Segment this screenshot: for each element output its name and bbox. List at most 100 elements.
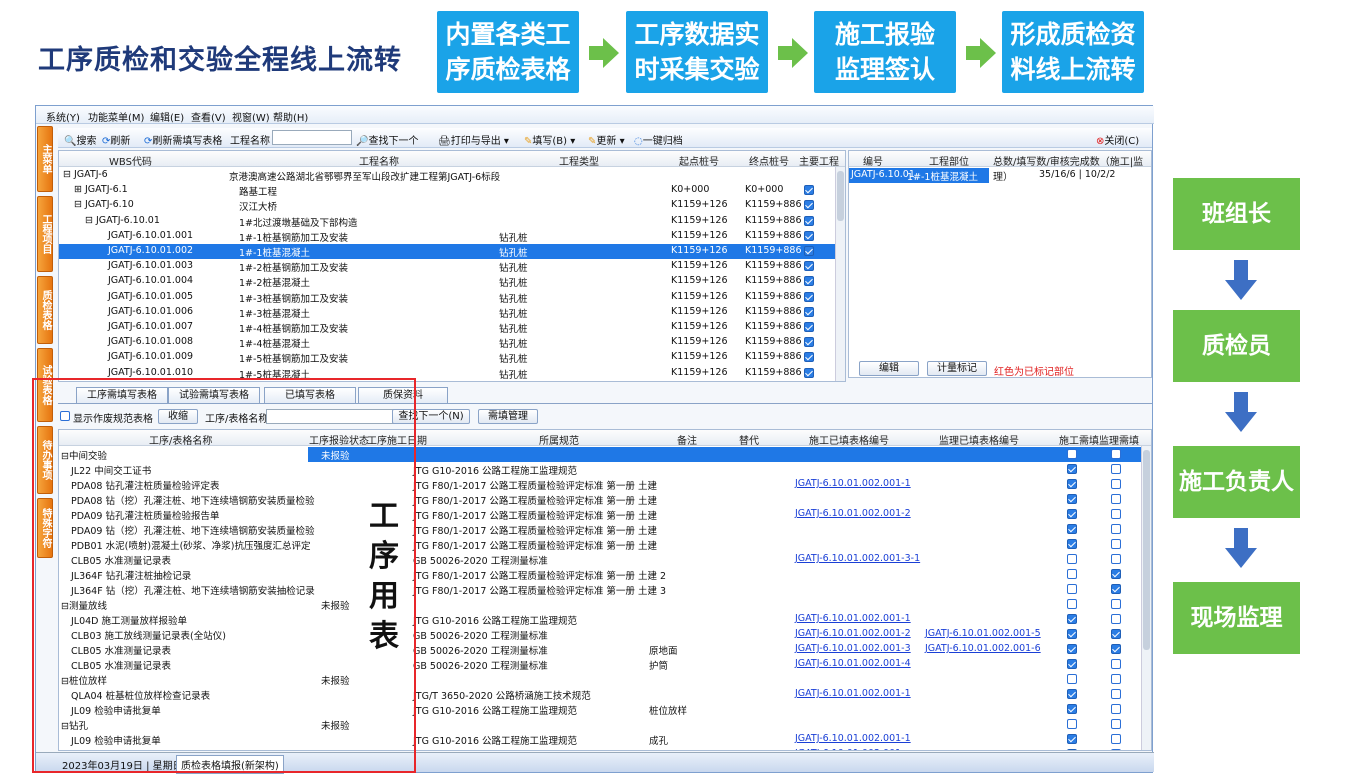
fill-button[interactable]: ✎填写(B) ▾ <box>524 132 575 147</box>
menu-item[interactable]: 查看(V) <box>191 109 226 124</box>
tree-row[interactable]: JGATJ-6.10.01.008 1#-4桩基混凝土 钻孔桩 K1159+126 K1… <box>59 335 845 350</box>
tree-row[interactable]: ⊟ JGATJ-6.10 汉江大桥 K1159+126 K1159+886 <box>59 198 845 213</box>
supervision-required-checkbox[interactable] <box>1111 479 1121 489</box>
supervision-required-checkbox[interactable] <box>1111 659 1121 669</box>
main-project-checkbox[interactable] <box>804 322 814 332</box>
project-name-input[interactable] <box>272 130 352 145</box>
tree-row[interactable]: ⊞ JGATJ-6.1 路基工程 K0+000 K0+000 <box>59 183 845 198</box>
construction-required-checkbox[interactable] <box>1067 449 1077 459</box>
construction-required-checkbox[interactable] <box>1067 629 1077 639</box>
supervision-required-checkbox[interactable] <box>1111 524 1121 534</box>
tree-row[interactable]: ⊟ JGATJ-6.10.01 1#北过渡墩基础及下部构造 K1159+126 K115… <box>59 214 845 229</box>
tree-row[interactable]: ⊟ JGATJ-6 京港澳高速公路湖北省鄂鄂界至军山段改扩建工程第JGATJ-6标段 <box>59 168 845 183</box>
close-button[interactable]: ⊗关闭(C) <box>1096 132 1139 147</box>
menu-item[interactable]: 视窗(W) <box>232 109 270 124</box>
main-project-checkbox[interactable] <box>804 306 814 317</box>
supervision-required-checkbox[interactable] <box>1111 689 1121 699</box>
expand-icon[interactable]: ⊟ <box>85 215 93 226</box>
tree-row[interactable]: JGATJ-6.10.01.009 1#-5桩基钢筋加工及安装 钻孔桩 K1159+1… <box>59 350 845 365</box>
supervision-required-checkbox[interactable] <box>1111 509 1121 519</box>
construction-form-link[interactable]: JGATJ-6.10.01.002.001-3-1 <box>795 553 920 564</box>
tree-scrollbar[interactable] <box>835 167 845 381</box>
print-export-button[interactable]: 🖨打印与导出 ▾ <box>438 132 509 147</box>
main-project-checkbox[interactable] <box>804 200 814 211</box>
supervision-form-link[interactable]: JGATJ-6.10.01.002.001-6 <box>925 643 1041 654</box>
tree-row[interactable]: JGATJ-6.10.01.004 1#-2桩基混凝土 钻孔桩 K1159+126 K1… <box>59 274 845 289</box>
construction-required-checkbox[interactable] <box>1067 464 1077 474</box>
construction-required-checkbox[interactable] <box>1067 704 1077 714</box>
supervision-required-checkbox[interactable] <box>1111 554 1121 564</box>
measure-mark-button[interactable]: 计量标记 <box>927 361 987 376</box>
supervision-required-checkbox[interactable] <box>1111 644 1121 654</box>
refresh-button[interactable]: ⟳刷新 <box>102 132 130 147</box>
main-project-checkbox[interactable] <box>804 215 814 226</box>
construction-required-checkbox[interactable] <box>1067 749 1077 750</box>
construction-required-checkbox[interactable] <box>1067 509 1077 519</box>
expand-icon[interactable]: ⊟ <box>74 199 82 210</box>
construction-required-checkbox[interactable] <box>1067 719 1077 729</box>
supervision-required-checkbox[interactable] <box>1111 629 1121 639</box>
supervision-required-checkbox[interactable] <box>1111 449 1121 459</box>
side-tab[interactable]: 工程项目 <box>37 196 53 272</box>
search-button[interactable]: 🔍搜索 <box>64 132 96 147</box>
main-project-checkbox[interactable] <box>804 337 814 348</box>
menu-item[interactable]: 编辑(E) <box>150 109 184 124</box>
supervision-required-checkbox[interactable] <box>1111 464 1121 474</box>
construction-form-link[interactable]: JGATJ-6.10.01.002.001-2 <box>795 508 911 519</box>
construction-required-checkbox[interactable] <box>1067 644 1077 654</box>
supervision-required-checkbox[interactable] <box>1111 614 1121 624</box>
find-next-button[interactable]: 🔎查找下一个 <box>356 132 418 147</box>
main-project-checkbox[interactable] <box>804 246 814 256</box>
main-project-checkbox[interactable] <box>804 185 814 196</box>
menu-item[interactable]: 功能菜单(M) <box>88 109 144 124</box>
construction-required-checkbox[interactable] <box>1067 674 1077 684</box>
construction-form-link[interactable]: JGATJ-6.10.01.002.001-1 <box>795 613 911 624</box>
menu-item[interactable]: 系统(Y) <box>46 109 80 124</box>
tree-row[interactable]: JGATJ-6.10.01.002 1#-1桩基混凝土 钻孔桩 K1159+126 K1… <box>59 244 845 259</box>
expand-icon[interactable]: ⊟ <box>63 169 71 180</box>
construction-required-checkbox[interactable] <box>1067 689 1077 699</box>
supervision-required-checkbox[interactable] <box>1111 494 1121 504</box>
main-project-checkbox[interactable] <box>804 276 814 287</box>
construction-required-checkbox[interactable] <box>1067 614 1077 624</box>
construction-form-link[interactable]: JGATJ-6.10.01.002.001-3 <box>795 643 911 654</box>
tree-row[interactable]: JGATJ-6.10.01.003 1#-2桩基钢筋加工及安装 钻孔桩 K1159+1… <box>59 259 845 274</box>
supervision-required-checkbox[interactable] <box>1111 569 1121 579</box>
construction-required-checkbox[interactable] <box>1067 539 1077 549</box>
main-project-checkbox[interactable] <box>804 291 814 302</box>
tree-row[interactable]: JGATJ-6.10.01.006 1#-3桩基混凝土 钻孔桩 K1159+126 K1… <box>59 305 845 320</box>
supervision-required-checkbox[interactable] <box>1111 704 1121 714</box>
construction-form-link[interactable]: JGATJ-6.10.01.002.001-1 <box>795 478 911 489</box>
construction-required-checkbox[interactable] <box>1067 599 1077 609</box>
construction-required-checkbox[interactable] <box>1067 494 1077 504</box>
construction-required-checkbox[interactable] <box>1067 479 1077 489</box>
expand-icon[interactable]: ⊞ <box>74 184 82 195</box>
side-tab[interactable]: 主菜单 <box>37 126 53 192</box>
construction-required-checkbox[interactable] <box>1067 569 1077 579</box>
forms-scrollbar[interactable] <box>1141 446 1151 750</box>
main-project-checkbox[interactable] <box>804 352 814 363</box>
update-button[interactable]: ✎更新 ▾ <box>588 132 625 147</box>
supervision-required-checkbox[interactable] <box>1111 734 1121 744</box>
refresh-required-button[interactable]: ⟳刷新需填写表格 <box>144 132 222 147</box>
construction-form-link[interactable]: JGATJ-6.10.01.002.001-2 <box>795 628 911 639</box>
construction-required-checkbox[interactable] <box>1067 584 1077 594</box>
supervision-required-checkbox[interactable] <box>1111 749 1121 750</box>
construction-form-link[interactable]: JGATJ-6.10.01.002.001-1 <box>795 688 911 699</box>
side-tab[interactable]: 质检表格 <box>37 276 53 344</box>
supervision-required-checkbox[interactable] <box>1111 674 1121 684</box>
construction-required-checkbox[interactable] <box>1067 734 1077 744</box>
construction-form-link[interactable]: JGATJ-6.10.01.002.001-1 <box>795 733 911 744</box>
construction-form-link[interactable]: JGATJ-6.10.01.002.001-4 <box>795 658 911 669</box>
supervision-required-checkbox[interactable] <box>1111 539 1121 549</box>
manage-required-button[interactable]: 需填管理 <box>478 409 538 424</box>
archive-button[interactable]: ◌一键归档 <box>634 132 683 147</box>
menu-item[interactable]: 帮助(H) <box>273 109 308 124</box>
edit-button[interactable]: 编辑 <box>859 361 919 376</box>
construction-required-checkbox[interactable] <box>1067 659 1077 669</box>
main-project-checkbox[interactable] <box>804 367 814 378</box>
construction-required-checkbox[interactable] <box>1067 524 1077 534</box>
tree-row[interactable]: JGATJ-6.10.01.007 1#-4桩基钢筋加工及安装 钻孔桩 K1159+1… <box>59 320 845 335</box>
supervision-required-checkbox[interactable] <box>1111 584 1121 594</box>
construction-required-checkbox[interactable] <box>1067 554 1077 564</box>
